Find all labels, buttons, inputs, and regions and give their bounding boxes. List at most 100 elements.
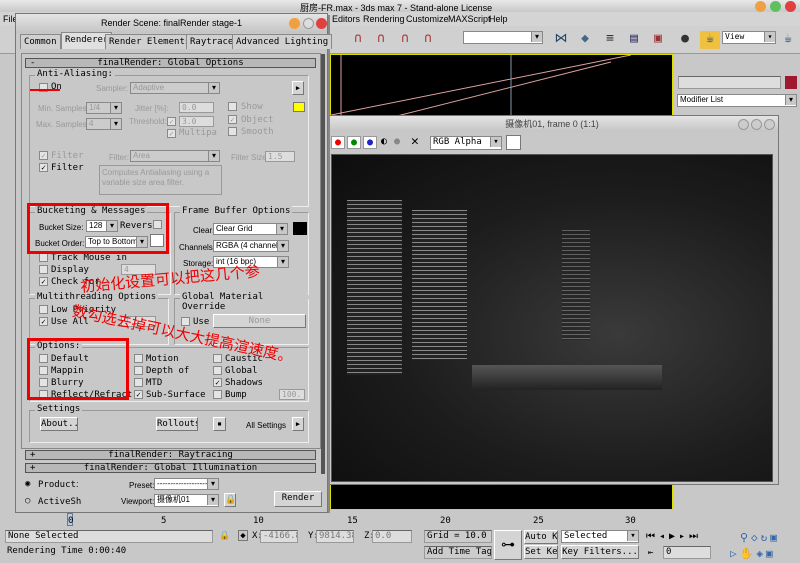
dialog-close-button[interactable] xyxy=(316,18,327,29)
production-radio[interactable]: ◉ xyxy=(25,479,30,489)
clear-color-swatch[interactable] xyxy=(293,222,307,235)
y-coordinate-field[interactable]: 9814.388 xyxy=(316,530,354,543)
min-samples-dropdown[interactable]: 1/4 xyxy=(86,102,122,114)
depth-of-field-checkbox[interactable] xyxy=(134,366,143,375)
minimize-button[interactable] xyxy=(755,1,766,12)
align-icon[interactable]: ◆ xyxy=(575,31,595,49)
filter-checkbox-2[interactable]: ✓ xyxy=(39,163,48,172)
jitter-spinner[interactable]: 0.0 xyxy=(179,102,214,113)
activeshade-radio[interactable]: ○ xyxy=(25,496,30,506)
rollout-global-illumination[interactable]: + finalRender: Global Illumination xyxy=(25,463,316,473)
close-button[interactable] xyxy=(785,1,796,12)
fb-minimize-button[interactable] xyxy=(738,119,749,130)
mirror-icon[interactable]: ⋈ xyxy=(551,31,571,49)
dialog-minimize-button[interactable] xyxy=(289,18,300,29)
absolute-mode-icon[interactable]: ◆ xyxy=(238,530,248,541)
caustics-checkbox[interactable] xyxy=(213,354,222,363)
add-time-tag-button[interactable]: Add Time Tag xyxy=(424,546,492,559)
viewport-dropdown[interactable]: 摄像机01 xyxy=(154,494,219,507)
curve-editor-icon[interactable]: ▤ xyxy=(624,31,644,49)
render-button[interactable]: Render xyxy=(274,491,322,507)
filter-dropdown[interactable]: Area xyxy=(130,150,220,162)
x-coordinate-field[interactable]: -4166.88 xyxy=(260,530,298,543)
shadows-checkbox[interactable]: ✓ xyxy=(213,378,222,387)
sampler-options-button[interactable]: ▶ xyxy=(292,81,304,95)
percent-snap-icon[interactable]: ∩ xyxy=(395,31,415,49)
tab-common[interactable]: Common xyxy=(20,34,61,49)
override-material-button[interactable]: None xyxy=(213,314,306,328)
render-type-dropdown[interactable]: View xyxy=(722,31,776,44)
dialog-maximize-button[interactable] xyxy=(303,18,314,29)
multipass-checkbox[interactable]: ✓ xyxy=(167,129,176,138)
lock-viewport-icon[interactable]: 🔒 xyxy=(224,493,236,507)
show-color-swatch[interactable] xyxy=(293,102,305,112)
save-icon[interactable]: ▪ xyxy=(213,417,226,431)
smooth-checkbox[interactable] xyxy=(228,127,237,136)
color-swatch[interactable] xyxy=(506,135,521,150)
rollout-raytracing[interactable]: + finalRender: Raytracing xyxy=(25,450,316,460)
quick-render-icon[interactable]: ☕ xyxy=(778,31,798,49)
filter-size-spinner[interactable]: 1.5 xyxy=(265,151,295,162)
menu-customize[interactable]: Customize xyxy=(406,14,449,24)
red-channel-toggle[interactable]: ● xyxy=(331,136,345,149)
maximize-button[interactable] xyxy=(770,1,781,12)
render-scene-icon[interactable]: ☕ xyxy=(700,31,720,49)
fb-close-button[interactable] xyxy=(764,119,775,130)
channel-display-dropdown[interactable]: RGB Alpha xyxy=(430,136,502,150)
key-mode-toggle-icon[interactable]: ⇤ xyxy=(648,548,653,558)
set-key-icon[interactable]: ⊶ xyxy=(494,530,522,560)
sampler-dropdown[interactable]: Adaptive xyxy=(130,82,220,94)
set-key-button[interactable]: Set Key xyxy=(524,545,558,559)
rollouts-button[interactable]: Rollouts.. xyxy=(156,417,198,431)
spinner-snap-icon[interactable]: ∩ xyxy=(418,31,438,49)
menu-rendering[interactable]: Rendering xyxy=(363,14,405,24)
clear-icon[interactable]: ✕ xyxy=(411,134,419,149)
playback-controls[interactable]: ⏮◂▶▸⏭ xyxy=(646,531,702,542)
alpha-icon[interactable]: ● xyxy=(394,136,400,147)
motion-blur-checkbox[interactable] xyxy=(134,354,143,363)
max-samples-dropdown[interactable]: 4 xyxy=(86,118,122,130)
rollout-global-options[interactable]: - finalRender: Global Options xyxy=(25,58,316,68)
fb-maximize-button[interactable] xyxy=(751,119,762,130)
menu-maxscript[interactable]: MAXScript xyxy=(448,14,491,24)
all-settings-button[interactable]: ▶ xyxy=(292,417,304,431)
bump-spinner[interactable]: 100. xyxy=(279,389,305,400)
show-checkbox[interactable] xyxy=(228,102,237,111)
mono-icon[interactable]: ◐ xyxy=(381,136,387,147)
blue-channel-toggle[interactable]: ● xyxy=(363,136,377,149)
about-button[interactable]: About... xyxy=(40,417,78,431)
preset-dropdown[interactable]: ---------------------- xyxy=(154,478,219,490)
green-channel-toggle[interactable]: ● xyxy=(347,136,361,149)
mtd-checkbox[interactable] xyxy=(134,378,143,387)
key-mode-dropdown[interactable]: Selected xyxy=(561,530,639,543)
sub-surface-checkbox[interactable]: ✓ xyxy=(134,390,143,399)
channels-dropdown[interactable]: RGBA (4 channels) xyxy=(213,240,289,252)
material-editor-icon[interactable]: ● xyxy=(675,31,695,49)
rollout-scrollbar[interactable] xyxy=(321,54,325,474)
viewport-nav-icons-2[interactable]: ▷✋◈▣ xyxy=(730,547,776,560)
tab-advanced-lighting[interactable]: Advanced Lighting xyxy=(232,34,333,49)
use-all-checkbox[interactable]: ✓ xyxy=(39,317,48,326)
lock-selection-icon[interactable]: 🔒 xyxy=(219,531,230,541)
track-mouse-checkbox[interactable] xyxy=(39,253,48,262)
modifier-list-dropdown[interactable]: Modifier List xyxy=(677,94,797,107)
angle-snap-icon[interactable]: ∩ xyxy=(371,31,391,49)
key-filters-button[interactable]: Key Filters... xyxy=(561,545,639,559)
clear-dropdown[interactable]: Clear Grid xyxy=(213,223,288,235)
snap-icon[interactable]: ∩ xyxy=(348,31,368,49)
menu-help[interactable]: Help xyxy=(489,14,508,24)
tab-render-elements[interactable]: Render Elements xyxy=(105,34,195,49)
timeline[interactable]: 0 5 10 15 20 25 30 xyxy=(0,513,640,528)
layers-icon[interactable]: ≡ xyxy=(600,31,620,49)
global-illumination-checkbox[interactable] xyxy=(213,366,222,375)
threshold-checkbox[interactable]: ✓ xyxy=(167,117,176,126)
auto-key-button[interactable]: Auto Key xyxy=(524,530,558,544)
display-checkbox[interactable] xyxy=(39,265,48,274)
bump-checkbox[interactable] xyxy=(213,390,222,399)
object-checkbox[interactable]: ✓ xyxy=(228,115,237,124)
threshold-spinner[interactable]: 3.0 xyxy=(179,116,214,127)
viewport-nav-icons[interactable]: ⚲◇↻▣ xyxy=(740,531,780,544)
low-priority-checkbox[interactable] xyxy=(39,305,48,314)
schematic-icon[interactable]: ▣ xyxy=(648,31,668,49)
filter-checkbox-1[interactable]: ✓ xyxy=(39,151,48,160)
